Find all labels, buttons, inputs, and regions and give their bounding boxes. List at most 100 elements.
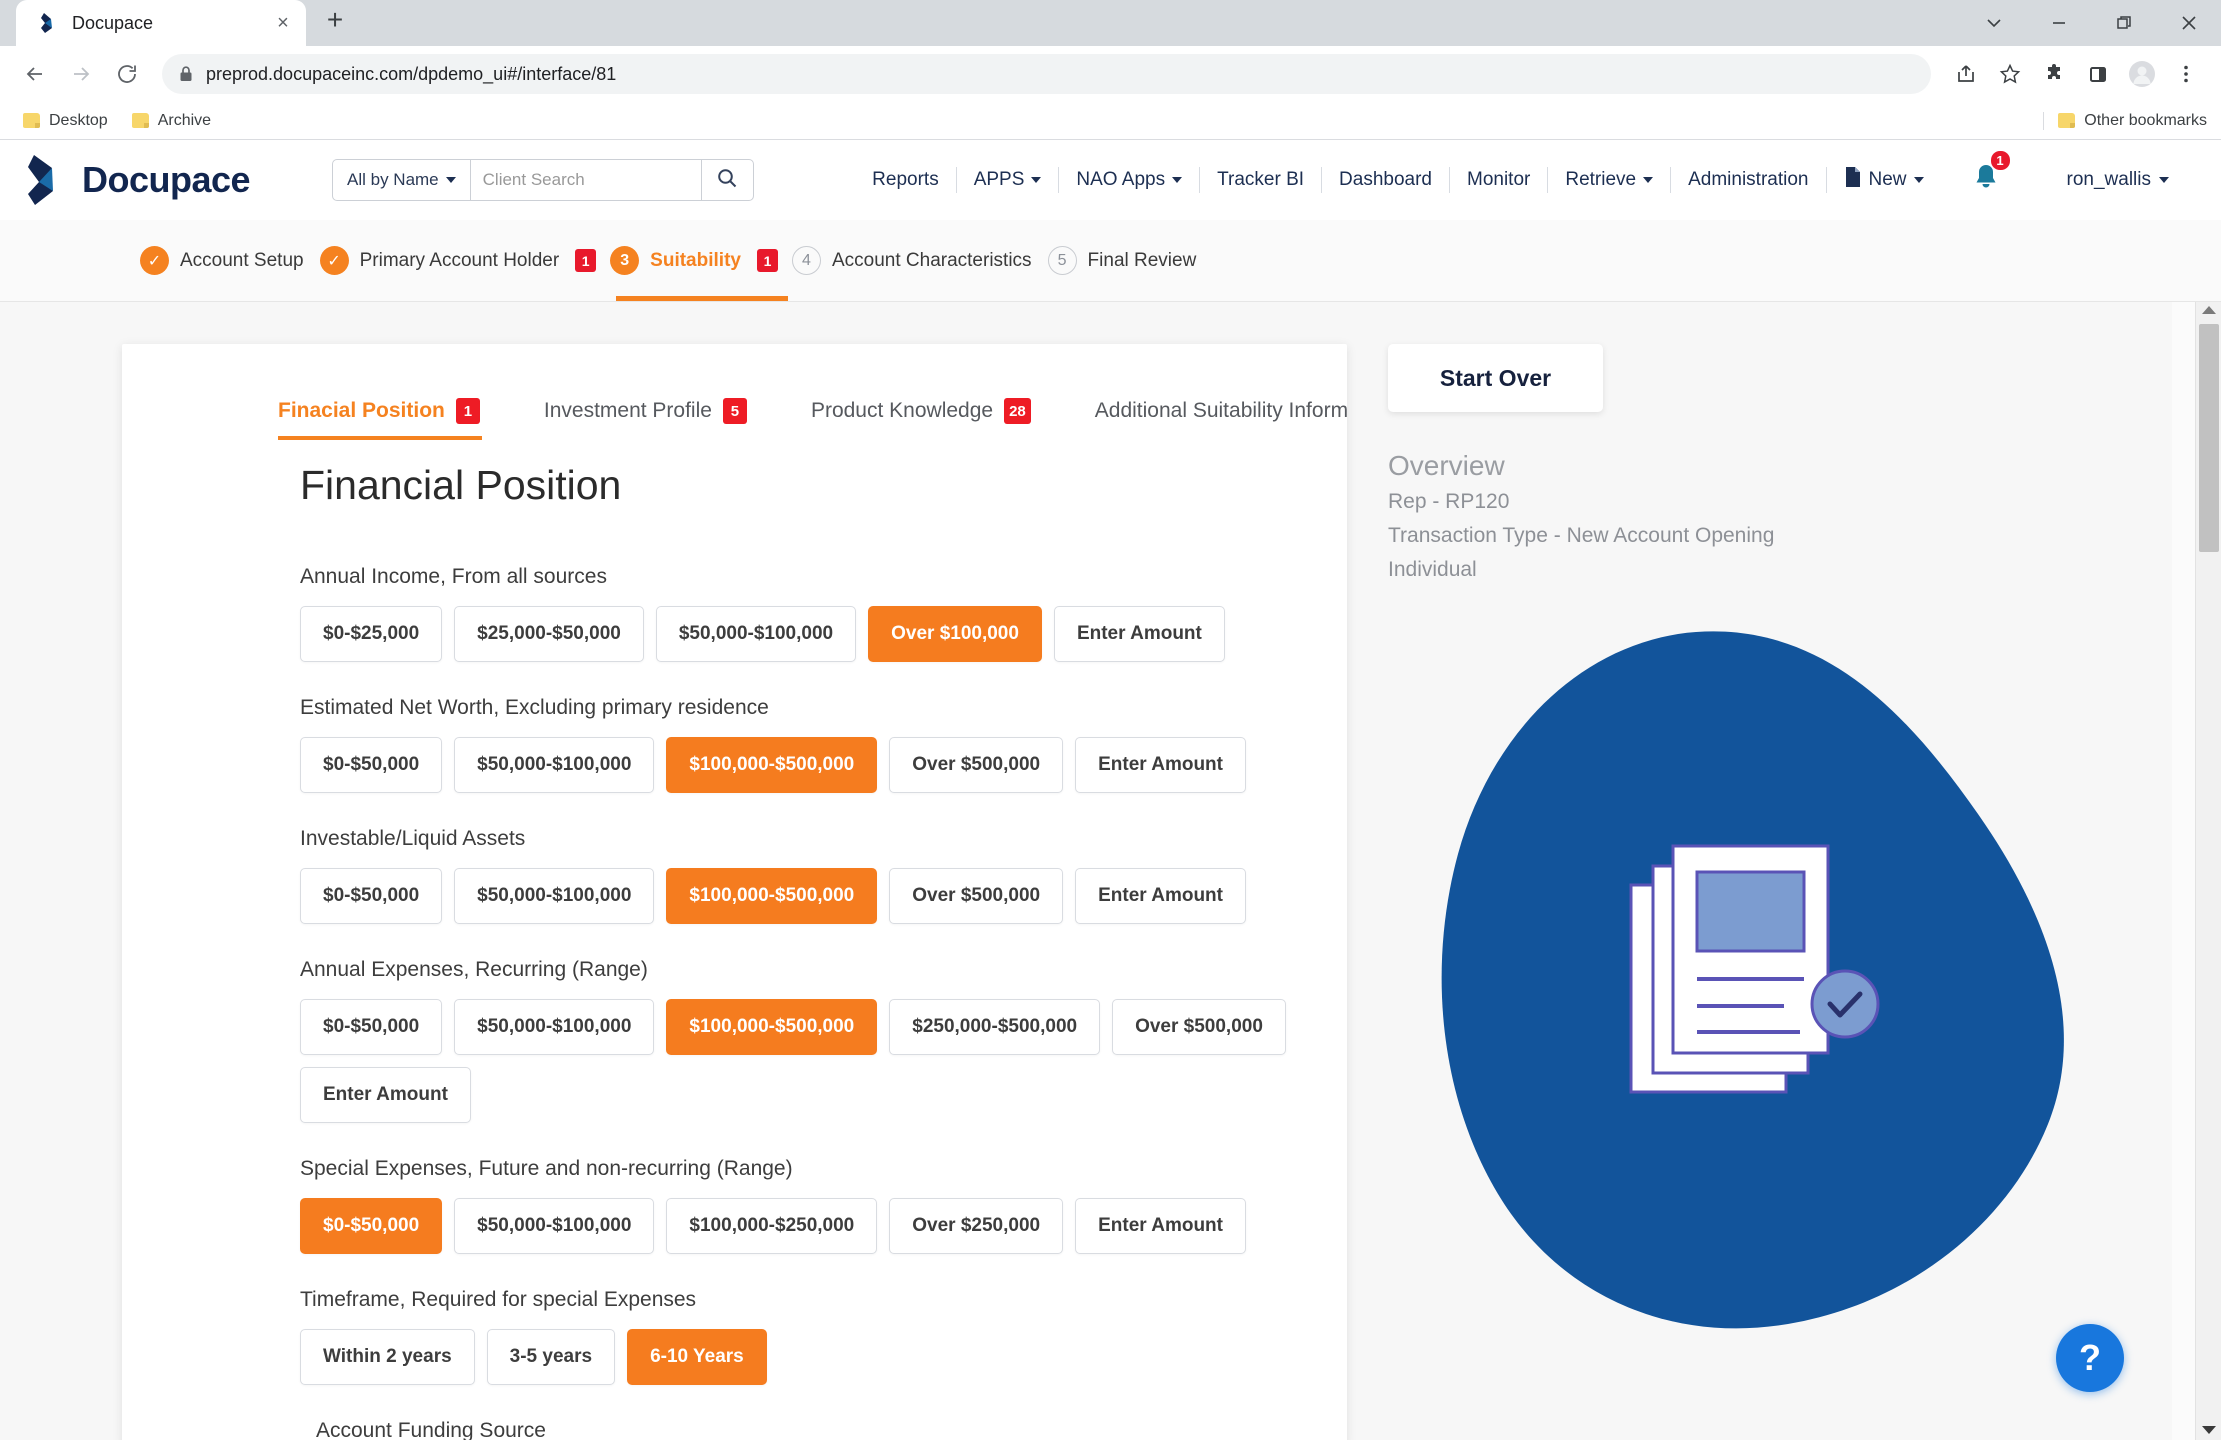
sidepanel-icon[interactable] [2077,53,2119,95]
nav-item-reports[interactable]: Reports [855,167,956,193]
forward-icon[interactable] [60,53,102,95]
profile-avatar-icon[interactable] [2121,53,2163,95]
bookmark-archive[interactable]: Archive [123,108,220,134]
close-icon[interactable] [2156,0,2221,46]
option-button[interactable]: $250,000-$500,000 [889,999,1100,1055]
lock-icon [178,65,194,83]
step-marker: 4 [792,246,821,275]
browser-tab[interactable]: Docupace × [16,0,306,46]
option-button[interactable]: $50,000-$100,000 [454,1198,654,1254]
chevron-down-icon [1172,177,1182,183]
share-icon[interactable] [1945,53,1987,95]
scroll-up-icon[interactable] [2202,306,2216,314]
user-menu-label: ron_wallis [2067,169,2151,191]
option-button[interactable]: Over $500,000 [889,737,1063,793]
scrollbar-thumb[interactable] [2199,324,2219,552]
option-button[interactable]: 3-5 years [487,1329,615,1385]
option-button-enter-amount[interactable]: Enter Amount [1054,606,1225,662]
step-final-review[interactable]: 5 Final Review [1048,246,1213,275]
bookmark-desktop[interactable]: Desktop [14,108,117,134]
option-button[interactable]: Over $250,000 [889,1198,1063,1254]
nav-item-retrieve[interactable]: Retrieve [1548,167,1670,193]
option-button-selected[interactable]: Over $100,000 [868,606,1042,662]
other-bookmarks-button[interactable]: Other bookmarks [2043,112,2207,130]
field-estimated-net-worth: Estimated Net Worth, Excluding primary r… [300,696,1347,793]
option-button[interactable]: $50,000-$100,000 [454,868,654,924]
option-button-selected[interactable]: 6-10 Years [627,1329,767,1385]
new-tab-button[interactable]: + [312,0,358,46]
search-scope-select[interactable]: All by Name [333,160,471,200]
chrome-menu-icon[interactable] [2165,53,2207,95]
window-scrollbar[interactable] [2195,302,2221,1440]
search-button[interactable] [701,160,753,200]
step-marker: 3 [610,246,639,275]
docupace-logo[interactable]: Docupace [22,154,322,206]
question-mark-icon: ? [2079,1337,2101,1379]
address-bar[interactable]: preprod.docupaceinc.com/dpdemo_ui#/inter… [162,54,1931,94]
step-label: Suitability [650,250,741,272]
page-scrollbar[interactable] [2172,302,2195,1440]
close-icon[interactable]: × [270,10,296,36]
option-button[interactable]: $50,000-$100,000 [454,737,654,793]
option-button[interactable]: $50,000-$100,000 [454,999,654,1055]
nav-item-administration[interactable]: Administration [1671,167,1825,193]
option-button[interactable]: $0-$50,000 [300,999,442,1055]
option-button[interactable]: Over $500,000 [889,868,1063,924]
option-button-enter-amount[interactable]: Enter Amount [1075,868,1246,924]
option-button-selected[interactable]: $100,000-$500,000 [666,868,877,924]
start-over-button[interactable]: Start Over [1388,344,1603,412]
star-icon[interactable] [1989,53,2031,95]
option-button[interactable]: $50,000-$100,000 [656,606,856,662]
option-button-enter-amount[interactable]: Enter Amount [1075,737,1246,793]
card-tablist: Finacial Position 1 Investment Profile 5… [122,344,1347,440]
option-button[interactable]: $0-$25,000 [300,606,442,662]
option-button-selected[interactable]: $0-$50,000 [300,1198,442,1254]
option-button[interactable]: $0-$50,000 [300,737,442,793]
nav-item-monitor[interactable]: Monitor [1450,167,1547,193]
notifications-button[interactable]: 1 [1941,162,2027,199]
folder-icon [23,113,40,128]
step-account-characteristics[interactable]: 4 Account Characteristics [792,246,1048,275]
option-button[interactable]: $0-$50,000 [300,868,442,924]
reload-icon[interactable] [106,53,148,95]
option-button-enter-amount[interactable]: Enter Amount [300,1067,471,1123]
field-label: Annual Income, From all sources [300,565,1347,589]
nav-item-nao-apps[interactable]: NAO Apps [1059,167,1199,193]
option-button[interactable]: Within 2 years [300,1329,475,1385]
nav-item-dashboard[interactable]: Dashboard [1322,167,1449,193]
option-button-selected[interactable]: $100,000-$500,000 [666,737,877,793]
step-account-setup[interactable]: ✓ Account Setup [140,246,320,275]
option-button[interactable]: Over $500,000 [1112,999,1286,1055]
option-button-selected[interactable]: $100,000-$500,000 [666,999,877,1055]
option-button[interactable]: $25,000-$50,000 [454,606,644,662]
tab-financial-position[interactable]: Finacial Position 1 [278,398,506,440]
tab-investment-profile[interactable]: Investment Profile 5 [544,398,773,440]
option-group: $0-$50,000 $50,000-$100,000 $100,000-$50… [300,868,1310,924]
help-button[interactable]: ? [2056,1324,2124,1392]
chevron-down-icon[interactable] [1961,0,2026,46]
minimize-icon[interactable] [2026,0,2091,46]
tab-product-knowledge[interactable]: Product Knowledge 28 [811,398,1057,440]
option-button[interactable]: $100,000-$250,000 [666,1198,877,1254]
search-scope-label: All by Name [347,170,439,190]
user-menu[interactable]: ron_wallis [2027,169,2193,191]
folder-icon [132,113,149,128]
field-special-expenses: Special Expenses, Future and non-recurri… [300,1157,1347,1254]
scroll-down-icon[interactable] [2202,1426,2216,1434]
back-icon[interactable] [14,53,56,95]
step-primary-account-holder[interactable]: ✓ Primary Account Holder [320,246,576,275]
page-title: Financial Position [300,462,1347,509]
restore-icon[interactable] [2091,0,2156,46]
tab-additional-suitability-information[interactable]: Additional Suitability Information 3 [1095,398,1347,440]
application-viewport: Docupace All by Name Reports APPS NAO Ap… [0,140,2221,1440]
field-label: Account Funding Source [316,1419,1347,1440]
nav-item-tracker-bi[interactable]: Tracker BI [1200,167,1321,193]
nav-item-apps[interactable]: APPS [957,167,1059,193]
field-label: Annual Expenses, Recurring (Range) [300,958,1347,982]
search-input[interactable] [471,160,701,200]
step-label: Final Review [1088,250,1197,272]
nav-item-new[interactable]: New [1827,167,1941,193]
step-suitability[interactable]: 3 Suitability [610,246,757,275]
extensions-icon[interactable] [2033,53,2075,95]
option-button-enter-amount[interactable]: Enter Amount [1075,1198,1246,1254]
